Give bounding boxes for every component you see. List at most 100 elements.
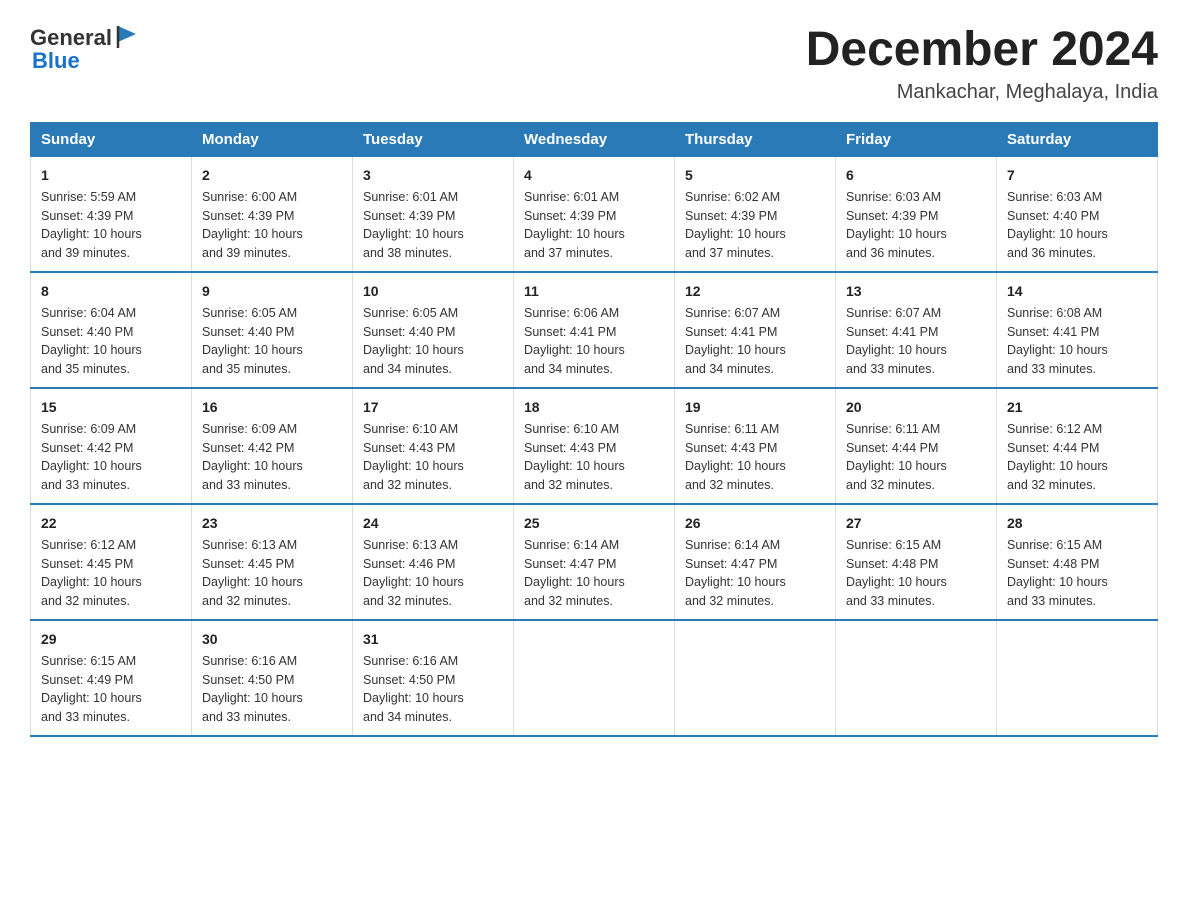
header-day-saturday: Saturday (997, 122, 1158, 156)
day-number: 31 (363, 629, 503, 650)
day-info: Sunrise: 6:13 AM Sunset: 4:46 PM Dayligh… (363, 536, 503, 611)
day-info: Sunrise: 6:05 AM Sunset: 4:40 PM Dayligh… (202, 304, 342, 379)
day-info: Sunrise: 6:02 AM Sunset: 4:39 PM Dayligh… (685, 188, 825, 263)
calendar-cell: 26Sunrise: 6:14 AM Sunset: 4:47 PM Dayli… (675, 504, 836, 620)
month-year-title: December 2024 (806, 24, 1158, 77)
day-number: 20 (846, 397, 986, 418)
calendar-cell: 28Sunrise: 6:15 AM Sunset: 4:48 PM Dayli… (997, 504, 1158, 620)
calendar-week-row: 1Sunrise: 5:59 AM Sunset: 4:39 PM Daylig… (31, 156, 1158, 272)
day-number: 18 (524, 397, 664, 418)
header-day-wednesday: Wednesday (514, 122, 675, 156)
day-number: 10 (363, 281, 503, 302)
page-header: General Blue December 2024 Mankachar, Me… (30, 24, 1158, 104)
day-info: Sunrise: 6:12 AM Sunset: 4:45 PM Dayligh… (41, 536, 181, 611)
day-info: Sunrise: 6:07 AM Sunset: 4:41 PM Dayligh… (846, 304, 986, 379)
calendar-cell: 11Sunrise: 6:06 AM Sunset: 4:41 PM Dayli… (514, 272, 675, 388)
day-info: Sunrise: 6:01 AM Sunset: 4:39 PM Dayligh… (524, 188, 664, 263)
title-block: December 2024 Mankachar, Meghalaya, Indi… (806, 24, 1158, 104)
day-number: 11 (524, 281, 664, 302)
day-number: 5 (685, 165, 825, 186)
calendar-cell (997, 620, 1158, 736)
day-info: Sunrise: 6:15 AM Sunset: 4:48 PM Dayligh… (1007, 536, 1147, 611)
day-number: 26 (685, 513, 825, 534)
calendar-cell (836, 620, 997, 736)
calendar-week-row: 29Sunrise: 6:15 AM Sunset: 4:49 PM Dayli… (31, 620, 1158, 736)
calendar-header: SundayMondayTuesdayWednesdayThursdayFrid… (31, 122, 1158, 156)
day-number: 16 (202, 397, 342, 418)
calendar-cell: 14Sunrise: 6:08 AM Sunset: 4:41 PM Dayli… (997, 272, 1158, 388)
day-number: 12 (685, 281, 825, 302)
day-number: 2 (202, 165, 342, 186)
day-info: Sunrise: 6:09 AM Sunset: 4:42 PM Dayligh… (202, 420, 342, 495)
calendar-cell: 23Sunrise: 6:13 AM Sunset: 4:45 PM Dayli… (192, 504, 353, 620)
day-info: Sunrise: 6:13 AM Sunset: 4:45 PM Dayligh… (202, 536, 342, 611)
day-number: 25 (524, 513, 664, 534)
header-day-sunday: Sunday (31, 122, 192, 156)
calendar-cell: 1Sunrise: 5:59 AM Sunset: 4:39 PM Daylig… (31, 156, 192, 272)
day-number: 7 (1007, 165, 1147, 186)
calendar-cell: 8Sunrise: 6:04 AM Sunset: 4:40 PM Daylig… (31, 272, 192, 388)
calendar-cell: 18Sunrise: 6:10 AM Sunset: 4:43 PM Dayli… (514, 388, 675, 504)
header-day-tuesday: Tuesday (353, 122, 514, 156)
header-day-friday: Friday (836, 122, 997, 156)
calendar-cell (675, 620, 836, 736)
day-number: 3 (363, 165, 503, 186)
day-info: Sunrise: 6:15 AM Sunset: 4:48 PM Dayligh… (846, 536, 986, 611)
calendar-cell: 6Sunrise: 6:03 AM Sunset: 4:39 PM Daylig… (836, 156, 997, 272)
day-info: Sunrise: 6:03 AM Sunset: 4:40 PM Dayligh… (1007, 188, 1147, 263)
day-info: Sunrise: 6:10 AM Sunset: 4:43 PM Dayligh… (524, 420, 664, 495)
calendar-cell: 10Sunrise: 6:05 AM Sunset: 4:40 PM Dayli… (353, 272, 514, 388)
day-number: 22 (41, 513, 181, 534)
day-info: Sunrise: 6:07 AM Sunset: 4:41 PM Dayligh… (685, 304, 825, 379)
day-number: 28 (1007, 513, 1147, 534)
calendar-week-row: 8Sunrise: 6:04 AM Sunset: 4:40 PM Daylig… (31, 272, 1158, 388)
day-info: Sunrise: 6:05 AM Sunset: 4:40 PM Dayligh… (363, 304, 503, 379)
calendar-cell: 17Sunrise: 6:10 AM Sunset: 4:43 PM Dayli… (353, 388, 514, 504)
calendar-cell: 7Sunrise: 6:03 AM Sunset: 4:40 PM Daylig… (997, 156, 1158, 272)
calendar-cell: 5Sunrise: 6:02 AM Sunset: 4:39 PM Daylig… (675, 156, 836, 272)
calendar-cell: 15Sunrise: 6:09 AM Sunset: 4:42 PM Dayli… (31, 388, 192, 504)
calendar-table: SundayMondayTuesdayWednesdayThursdayFrid… (30, 122, 1158, 737)
logo-blue-text: Blue (32, 48, 80, 74)
calendar-cell: 2Sunrise: 6:00 AM Sunset: 4:39 PM Daylig… (192, 156, 353, 272)
day-info: Sunrise: 6:14 AM Sunset: 4:47 PM Dayligh… (524, 536, 664, 611)
calendar-cell: 3Sunrise: 6:01 AM Sunset: 4:39 PM Daylig… (353, 156, 514, 272)
calendar-cell: 29Sunrise: 6:15 AM Sunset: 4:49 PM Dayli… (31, 620, 192, 736)
day-number: 4 (524, 165, 664, 186)
day-info: Sunrise: 6:10 AM Sunset: 4:43 PM Dayligh… (363, 420, 503, 495)
day-number: 23 (202, 513, 342, 534)
calendar-cell: 19Sunrise: 6:11 AM Sunset: 4:43 PM Dayli… (675, 388, 836, 504)
calendar-cell: 21Sunrise: 6:12 AM Sunset: 4:44 PM Dayli… (997, 388, 1158, 504)
calendar-cell: 22Sunrise: 6:12 AM Sunset: 4:45 PM Dayli… (31, 504, 192, 620)
day-info: Sunrise: 6:14 AM Sunset: 4:47 PM Dayligh… (685, 536, 825, 611)
day-info: Sunrise: 6:11 AM Sunset: 4:44 PM Dayligh… (846, 420, 986, 495)
day-number: 27 (846, 513, 986, 534)
day-number: 14 (1007, 281, 1147, 302)
day-info: Sunrise: 6:04 AM Sunset: 4:40 PM Dayligh… (41, 304, 181, 379)
calendar-cell: 9Sunrise: 6:05 AM Sunset: 4:40 PM Daylig… (192, 272, 353, 388)
day-info: Sunrise: 6:03 AM Sunset: 4:39 PM Dayligh… (846, 188, 986, 263)
calendar-week-row: 22Sunrise: 6:12 AM Sunset: 4:45 PM Dayli… (31, 504, 1158, 620)
day-number: 30 (202, 629, 342, 650)
calendar-body: 1Sunrise: 5:59 AM Sunset: 4:39 PM Daylig… (31, 156, 1158, 736)
day-number: 21 (1007, 397, 1147, 418)
day-info: Sunrise: 6:08 AM Sunset: 4:41 PM Dayligh… (1007, 304, 1147, 379)
day-info: Sunrise: 6:12 AM Sunset: 4:44 PM Dayligh… (1007, 420, 1147, 495)
logo: General Blue (30, 24, 140, 74)
day-number: 8 (41, 281, 181, 302)
day-number: 24 (363, 513, 503, 534)
calendar-cell: 4Sunrise: 6:01 AM Sunset: 4:39 PM Daylig… (514, 156, 675, 272)
day-number: 6 (846, 165, 986, 186)
day-number: 9 (202, 281, 342, 302)
day-info: Sunrise: 6:09 AM Sunset: 4:42 PM Dayligh… (41, 420, 181, 495)
day-info: Sunrise: 6:15 AM Sunset: 4:49 PM Dayligh… (41, 652, 181, 727)
day-number: 15 (41, 397, 181, 418)
day-number: 19 (685, 397, 825, 418)
calendar-week-row: 15Sunrise: 6:09 AM Sunset: 4:42 PM Dayli… (31, 388, 1158, 504)
day-info: Sunrise: 6:00 AM Sunset: 4:39 PM Dayligh… (202, 188, 342, 263)
calendar-cell: 30Sunrise: 6:16 AM Sunset: 4:50 PM Dayli… (192, 620, 353, 736)
day-number: 29 (41, 629, 181, 650)
calendar-cell: 31Sunrise: 6:16 AM Sunset: 4:50 PM Dayli… (353, 620, 514, 736)
location-subtitle: Mankachar, Meghalaya, India (806, 81, 1158, 104)
calendar-cell: 25Sunrise: 6:14 AM Sunset: 4:47 PM Dayli… (514, 504, 675, 620)
